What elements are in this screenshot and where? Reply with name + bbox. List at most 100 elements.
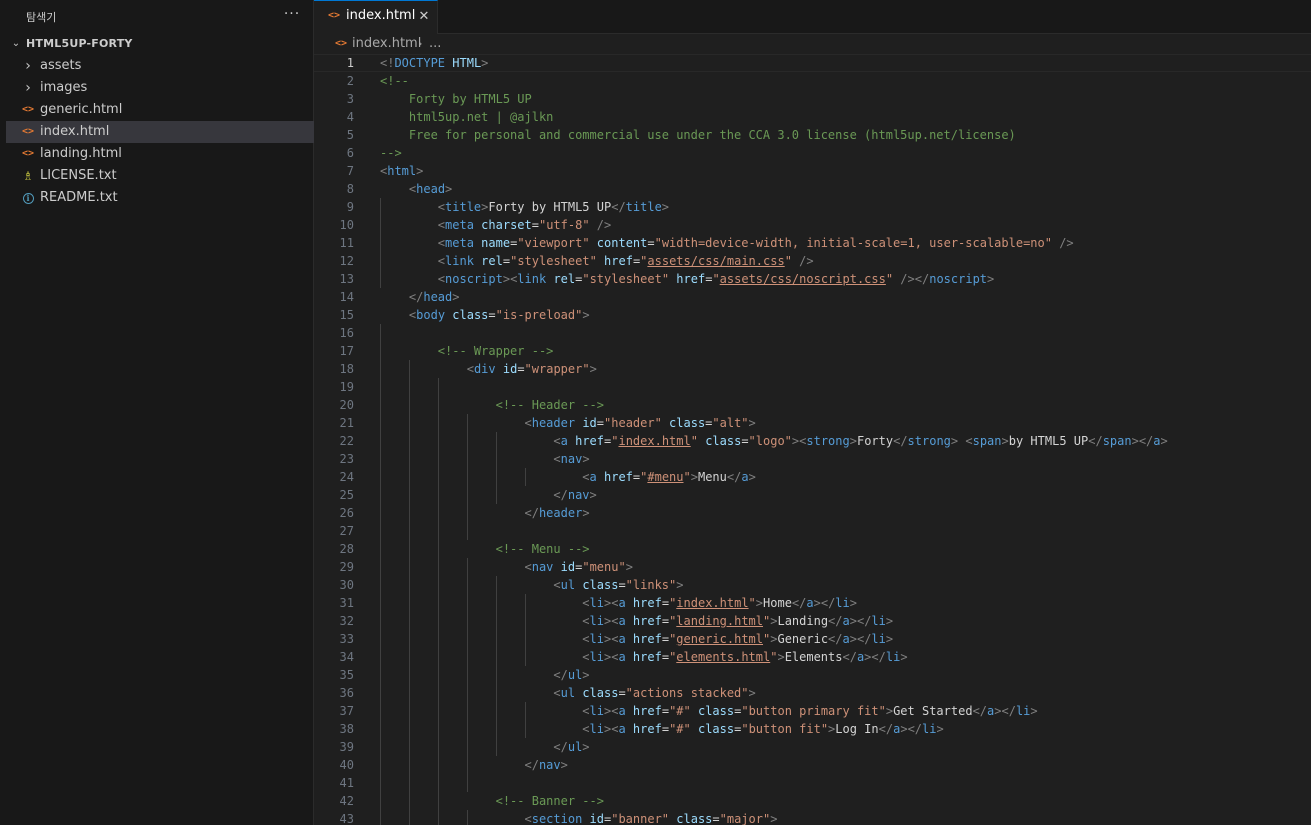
tree-item-generic-html[interactable]: <> generic.html — [6, 99, 314, 121]
code-token: id — [560, 560, 576, 574]
code-line[interactable]: 2 <!-- — [314, 72, 1311, 90]
tree-item-label: landing.html — [40, 146, 122, 161]
code-line[interactable]: 33 <li><a href="generic.html">Generic</a… — [314, 630, 1311, 648]
line-text: <noscript><link rel="stylesheet" href="a… — [380, 270, 994, 288]
code-line[interactable]: 4 html5up.net | @ajlkn — [314, 108, 1311, 126]
code-line[interactable]: 35 </ul> — [314, 666, 1311, 684]
code-line[interactable]: 28 <!-- Menu --> — [314, 540, 1311, 558]
code-line[interactable]: 12 <link rel="stylesheet" href="assets/c… — [314, 252, 1311, 270]
tree-item-readme-txt[interactable]: i README.txt — [6, 187, 314, 209]
code-line[interactable]: 1 <!DOCTYPE HTML> — [314, 54, 1311, 72]
code-token: " — [712, 272, 720, 286]
tree-item-assets[interactable]: › assets — [6, 55, 314, 77]
code-line[interactable]: 39 </ul> — [314, 738, 1311, 756]
code-line[interactable]: 40 </nav> — [314, 756, 1311, 774]
line-text: </ul> — [380, 666, 589, 684]
code-line[interactable]: 25 </nav> — [314, 486, 1311, 504]
more-actions-icon[interactable]: ··· — [282, 3, 302, 25]
code-token: li — [589, 596, 604, 610]
code-line[interactable]: 16 — [314, 324, 1311, 342]
code-line[interactable]: 17 <!-- Wrapper --> — [314, 342, 1311, 360]
code-line[interactable]: 15 <body class="is-preload"> — [314, 306, 1311, 324]
code-line[interactable]: 5 Free for personal and commercial use u… — [314, 126, 1311, 144]
code-line[interactable]: 14 </head> — [314, 288, 1311, 306]
code-token: < — [524, 560, 532, 574]
code-line[interactable]: 38 <li><a href="#" class="button fit">Lo… — [314, 720, 1311, 738]
line-number: 3 — [346, 92, 354, 106]
code-line[interactable]: 43 <section id="banner" class="major"> — [314, 810, 1311, 825]
code-token: > — [770, 812, 778, 825]
html-file-icon: <> — [328, 10, 341, 21]
code-editor[interactable]: 1 <!DOCTYPE HTML> 2 <!-- 3 Forty by HTML5 UP… — [314, 54, 1311, 825]
code-line[interactable]: 34 <li><a href="elements.html">Elements<… — [314, 648, 1311, 666]
code-line[interactable]: 37 <li><a href="#" class="button primary… — [314, 702, 1311, 720]
tree-item-label: README.txt — [40, 190, 118, 205]
code-line[interactable]: 27 — [314, 522, 1311, 540]
line-text: --> — [380, 144, 402, 162]
line-text: <body class="is-preload"> — [380, 306, 590, 324]
tree-item-landing-html[interactable]: <> landing.html — [6, 143, 314, 165]
code-line[interactable]: 9 <title>Forty by HTML5 UP</title> — [314, 198, 1311, 216]
code-line[interactable]: 21 <header id="header" class="alt"> — [314, 414, 1311, 432]
project-folder[interactable]: ⌄ HTML5UP-FORTY — [6, 33, 314, 55]
line-number: 29 — [339, 560, 354, 574]
tree-item-images[interactable]: › images — [6, 77, 314, 99]
code-token: a — [618, 614, 626, 628]
line-number: 7 — [346, 164, 354, 178]
code-line[interactable]: 31 <li><a href="index.html">Home</a></li… — [314, 594, 1311, 612]
code-token: class — [676, 812, 713, 825]
code-line[interactable]: 29 <nav id="menu"> — [314, 558, 1311, 576]
code-token: noscript — [929, 272, 988, 286]
code-line[interactable]: 36 <ul class="actions stacked"> — [314, 684, 1311, 702]
code-line[interactable]: 32 <li><a href="landing.html">Landing</a… — [314, 612, 1311, 630]
license-file-icon: ♗ — [22, 169, 34, 183]
tree-item-label: index.html — [40, 124, 110, 139]
code-line[interactable]: 26 </header> — [314, 504, 1311, 522]
code-line[interactable]: 41 — [314, 774, 1311, 792]
code-line[interactable]: 19 — [314, 378, 1311, 396]
code-token: > — [676, 578, 684, 592]
code-token: class — [705, 434, 742, 448]
code-line[interactable]: 6 --> — [314, 144, 1311, 162]
code-line[interactable]: 23 <nav> — [314, 450, 1311, 468]
line-text: <section id="banner" class="major"> — [380, 810, 778, 825]
code-line[interactable]: 42 <!-- Banner --> — [314, 792, 1311, 810]
code-token: > — [1001, 434, 1009, 448]
tree-item-index-html[interactable]: <> index.html — [6, 121, 314, 143]
code-line[interactable]: 8 <head> — [314, 180, 1311, 198]
code-line[interactable]: 7 <html> — [314, 162, 1311, 180]
code-line[interactable]: 20 <!-- Header --> — [314, 396, 1311, 414]
code-token: < — [437, 218, 446, 232]
code-line[interactable]: 13 <noscript><link rel="stylesheet" href… — [314, 270, 1311, 288]
code-line[interactable]: 22 <a href="index.html" class="logo"><st… — [314, 432, 1311, 450]
code-line[interactable]: 18 <div id="wrapper"> — [314, 360, 1311, 378]
line-text: <nav> — [380, 450, 589, 468]
breadcrumb-symbol[interactable]: ... — [429, 34, 441, 54]
code-line[interactable]: 11 <meta name="viewport" content="width=… — [314, 234, 1311, 252]
code-token: " — [690, 434, 698, 448]
code-line[interactable]: 24 <a href="#menu">Menu</a> — [314, 468, 1311, 486]
code-token: a — [589, 470, 597, 484]
code-token: --> — [380, 146, 402, 160]
breadcrumb-file[interactable]: index.html — [352, 34, 421, 54]
code-line[interactable]: 10 <meta charset="utf-8" /> — [314, 216, 1311, 234]
code-token: a — [618, 722, 626, 736]
code-line[interactable]: 30 <ul class="links"> — [314, 576, 1311, 594]
line-number: 35 — [339, 668, 354, 682]
code-token: "is-preload" — [495, 308, 583, 322]
code-token: href — [676, 272, 706, 286]
code-token: HTML — [452, 56, 482, 70]
close-icon[interactable]: ✕ — [416, 7, 432, 27]
code-token: id — [589, 812, 604, 825]
tree-item-license-txt[interactable]: ♗ LICENSE.txt — [6, 165, 314, 187]
code-token: Forty by HTML5 UP — [488, 200, 612, 214]
code-token: li — [885, 650, 901, 664]
code-token: > — [1160, 434, 1168, 448]
line-text: <li><a href="generic.html">Generic</a></… — [380, 630, 893, 648]
code-line[interactable]: 3 Forty by HTML5 UP — [314, 90, 1311, 108]
code-token: span — [1102, 434, 1132, 448]
tab-index-html[interactable]: <> index.html ✕ — [314, 0, 438, 34]
